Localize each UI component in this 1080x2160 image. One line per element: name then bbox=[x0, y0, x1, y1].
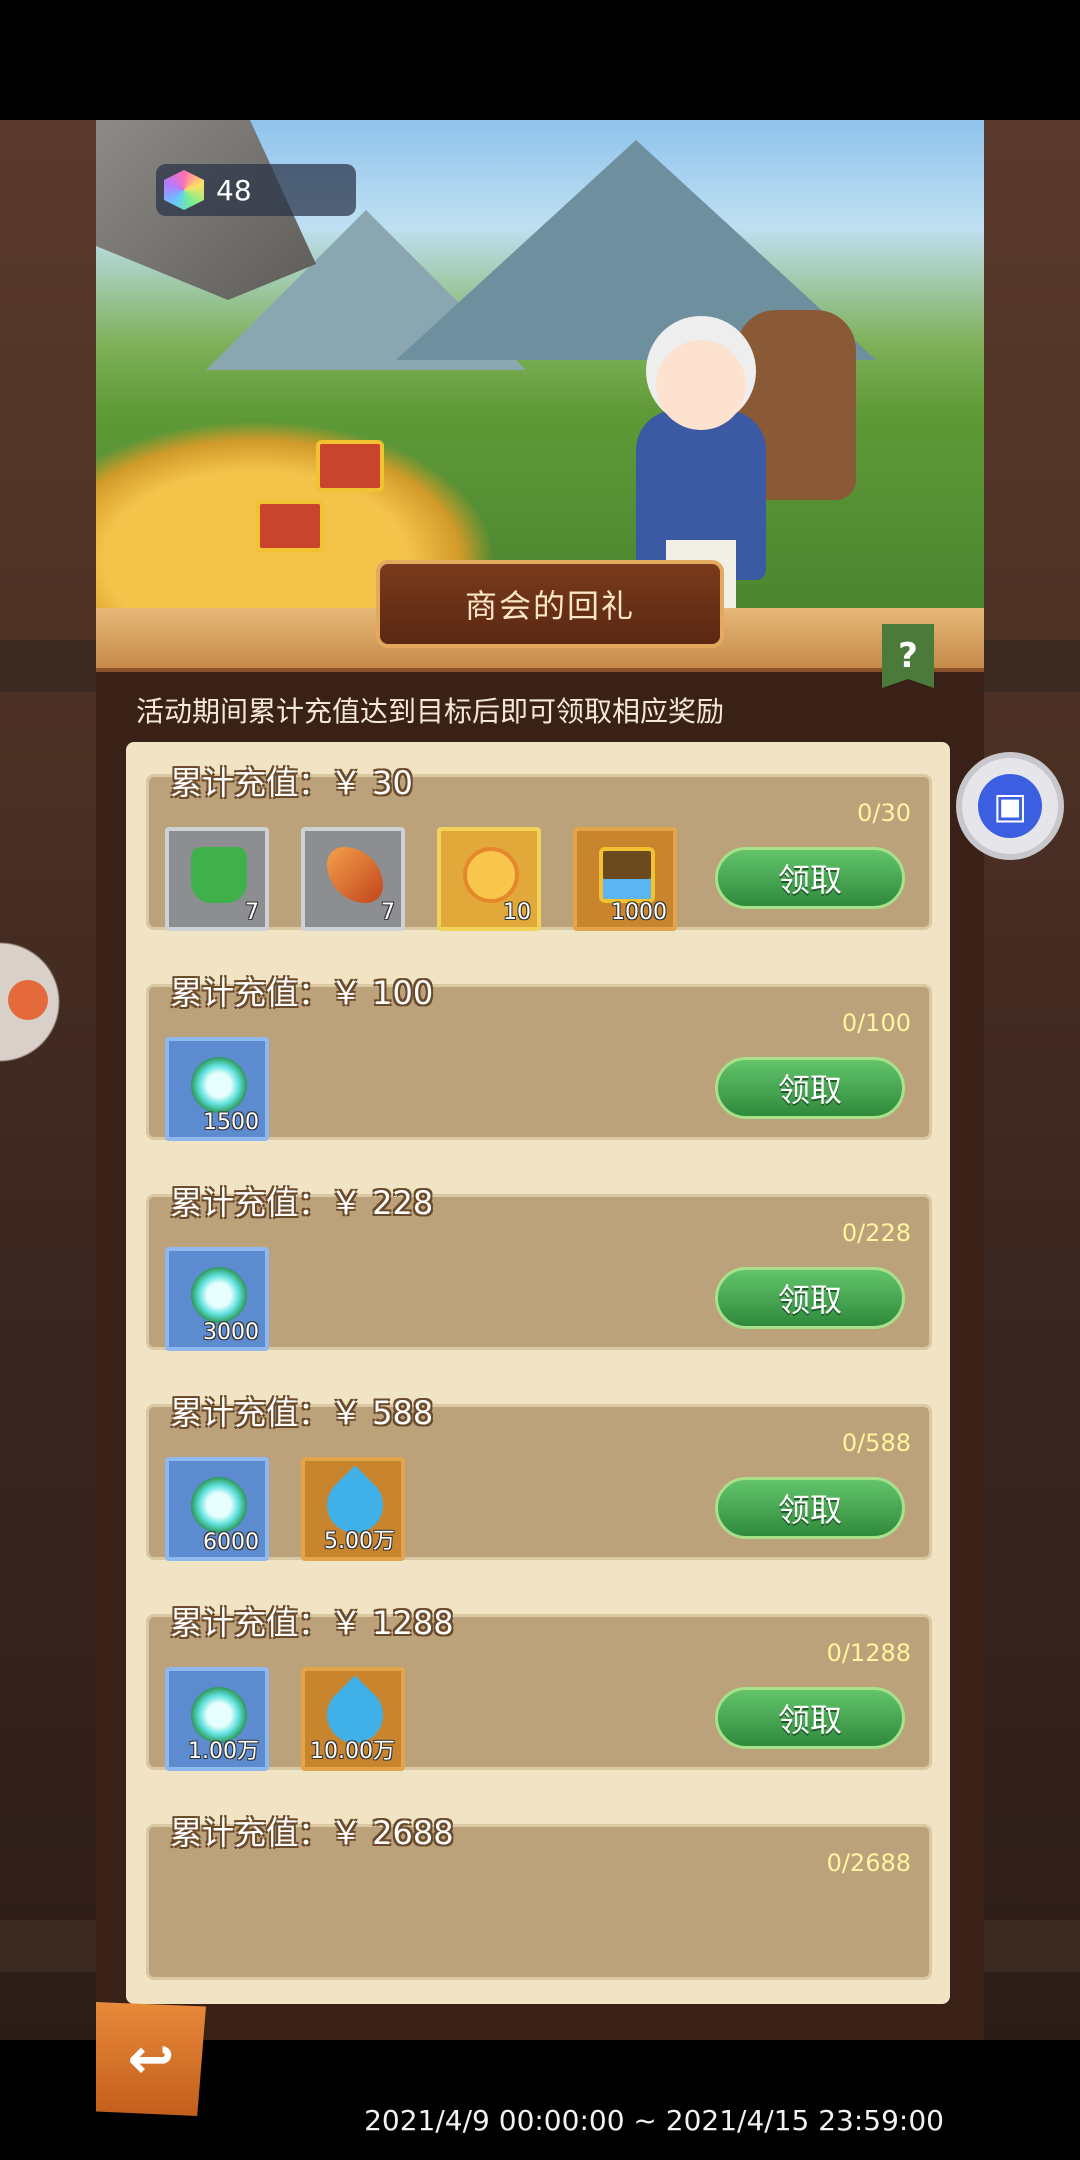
reward-item[interactable]: 1.00万 bbox=[165, 1667, 269, 1771]
cube-icon: ▣ bbox=[978, 774, 1042, 838]
reward-tier: 0/228 3000 领取 累计充值：￥ 228 bbox=[146, 1182, 932, 1351]
tier-threshold-label: 累计充值：￥ 2688 bbox=[170, 1814, 454, 1852]
item-quantity: 1000 bbox=[611, 900, 667, 925]
item-quantity: 7 bbox=[245, 900, 259, 925]
reward-item[interactable]: 1000 bbox=[573, 827, 677, 931]
tier-threshold-label: 累计充值：￥ 1288 bbox=[170, 1604, 454, 1642]
claim-button[interactable]: 领取 bbox=[715, 1267, 905, 1329]
item-quantity: 10.00万 bbox=[310, 1739, 395, 1764]
rainbow-gem-icon bbox=[164, 170, 204, 210]
reward-item[interactable]: 6000 bbox=[165, 1457, 269, 1561]
item-quantity: 7 bbox=[381, 900, 395, 925]
claim-button[interactable]: 领取 bbox=[715, 847, 905, 909]
spirit-flower-icon bbox=[191, 1267, 247, 1323]
reward-tier: 0/1288 1.00万 10.00万 领取 累计充值：￥ 1288 bbox=[146, 1602, 932, 1771]
tier-progress: 0/228 bbox=[841, 1219, 911, 1247]
event-description: 活动期间累计充值达到目标后即可领取相应奖励 bbox=[136, 695, 725, 728]
event-title: 商会的回礼 bbox=[376, 560, 724, 648]
reward-tier: 0/30 7 7 10 1000 领取 累计充值：￥ 30 bbox=[146, 762, 932, 931]
event-banner: 48 bbox=[96, 120, 984, 608]
orange-scroll-icon bbox=[327, 847, 383, 903]
gold-coin-icon bbox=[463, 847, 519, 903]
tier-progress: 0/2688 bbox=[826, 1849, 911, 1877]
item-quantity: 3000 bbox=[203, 1320, 259, 1345]
item-quantity: 10 bbox=[503, 900, 531, 925]
tier-threshold-label: 累计充值：￥ 30 bbox=[170, 764, 413, 802]
help-button[interactable]: ? bbox=[882, 624, 934, 688]
green-potion-icon bbox=[191, 847, 247, 903]
item-quantity: 1500 bbox=[203, 1110, 259, 1135]
claim-button[interactable]: 领取 bbox=[715, 1687, 905, 1749]
reward-tier: 0/2688 累计充值：￥ 2688 bbox=[146, 1812, 932, 1980]
item-quantity: 1.00万 bbox=[188, 1739, 259, 1764]
tier-threshold-label: 累计充值：￥ 100 bbox=[170, 974, 434, 1012]
tier-threshold-label: 累计充值：￥ 228 bbox=[170, 1184, 434, 1222]
tier-progress: 0/1288 bbox=[826, 1639, 911, 1667]
tier-progress: 0/100 bbox=[841, 1009, 911, 1037]
floating-cube-button[interactable]: ▣ bbox=[956, 752, 1064, 860]
back-button[interactable]: ↩ bbox=[96, 2002, 206, 2116]
reward-item[interactable]: 7 bbox=[301, 827, 405, 931]
reward-item[interactable]: 1500 bbox=[165, 1037, 269, 1141]
event-date-range: 2021/4/9 00:00:00 ~ 2021/4/15 23:59:00 bbox=[364, 2104, 944, 2137]
item-quantity: 5.00万 bbox=[324, 1529, 395, 1554]
tier-threshold-label: 累计充值：￥ 588 bbox=[170, 1394, 434, 1432]
treasure-chest-art bbox=[316, 440, 384, 492]
treasure-chest-art bbox=[256, 500, 324, 552]
item-quantity: 6000 bbox=[203, 1530, 259, 1555]
tier-progress: 0/588 bbox=[841, 1429, 911, 1457]
gem-chest-icon bbox=[599, 847, 655, 903]
reward-tier: 0/100 1500 领取 累计充值：￥ 100 bbox=[146, 972, 932, 1141]
gem-count: 48 bbox=[216, 173, 252, 207]
gem-counter: 48 bbox=[156, 164, 356, 216]
claim-button[interactable]: 领取 bbox=[715, 1057, 905, 1119]
reward-item[interactable]: 5.00万 bbox=[301, 1457, 405, 1561]
side-mascot-icon[interactable] bbox=[0, 940, 62, 1064]
reward-list[interactable]: 0/30 7 7 10 1000 领取 累计充值：￥ 30 0/100 1500 领取 累计充值：￥… bbox=[126, 742, 950, 2004]
character-art bbox=[616, 280, 856, 608]
reward-tier: 0/588 6000 5.00万 领取 累计充值：￥ 588 bbox=[146, 1392, 932, 1561]
reward-item[interactable]: 10 bbox=[437, 827, 541, 931]
event-window: 48 商会的回礼 ? 活动期间累计充值达到目标后即可领取相应奖励 0/30 7 7 1… bbox=[96, 120, 984, 2137]
reward-item[interactable]: 3000 bbox=[165, 1247, 269, 1351]
spirit-flower-icon bbox=[191, 1057, 247, 1113]
reward-item[interactable]: 10.00万 bbox=[301, 1667, 405, 1771]
reward-item[interactable]: 7 bbox=[165, 827, 269, 931]
spirit-flower-icon bbox=[191, 1477, 247, 1533]
claim-button[interactable]: 领取 bbox=[715, 1477, 905, 1539]
tier-progress: 0/30 bbox=[857, 799, 911, 827]
